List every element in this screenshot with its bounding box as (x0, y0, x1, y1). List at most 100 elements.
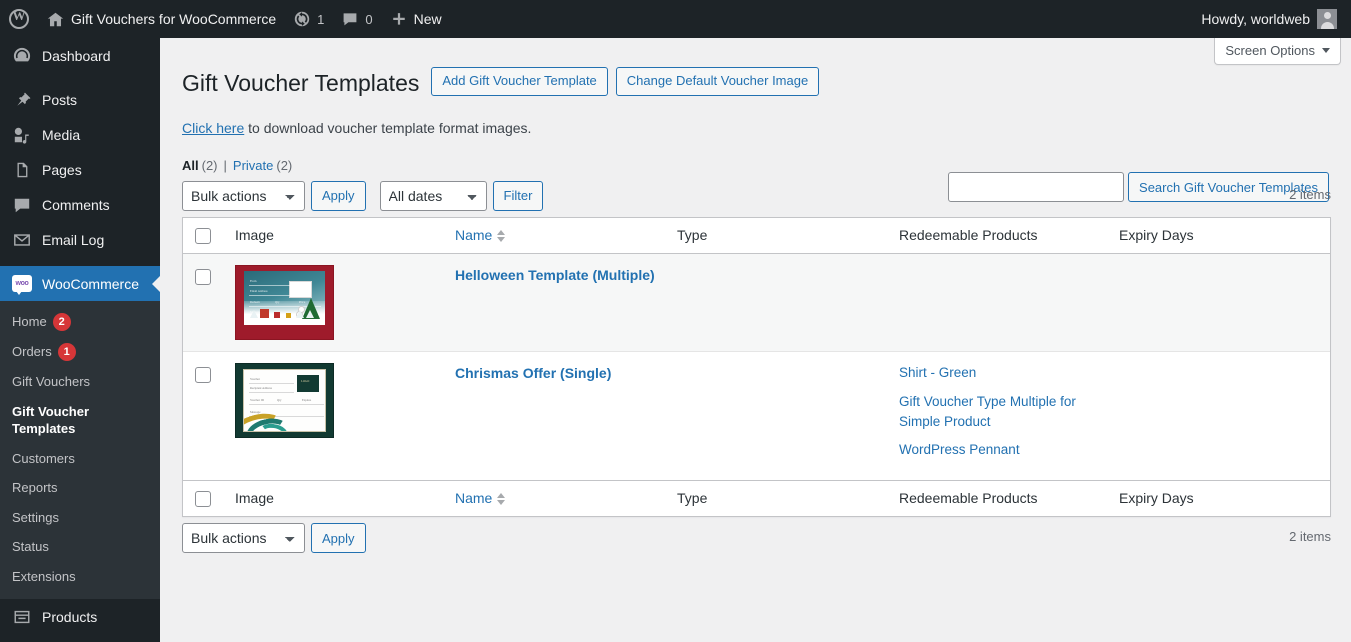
submenu-label-extensions: Extensions (12, 568, 76, 584)
sidebar-item-gift-vouchers[interactable]: Gift Vouchers (0, 367, 160, 397)
sidebar-item-customers[interactable]: Customers (0, 444, 160, 474)
sidebar-item-settings[interactable]: Settings (0, 503, 160, 533)
sidebar-item-dashboard[interactable]: Dashboard (0, 38, 160, 73)
pages-icon (12, 161, 32, 179)
status-filter-links: All (2) | Private (2) (182, 158, 1331, 173)
click-here-link[interactable]: Click here (182, 120, 244, 136)
row-image-cell: From Email Address Redeem Qty Price Mess… (225, 254, 445, 353)
select-all-header (183, 218, 225, 255)
admin-sidebar-menu: Dashboard Posts Media Pages Comments Ema… (0, 38, 160, 642)
filter-button[interactable]: Filter (492, 180, 544, 211)
redeemable-product-link-3[interactable]: WordPress Pennant (899, 440, 1099, 460)
filter-all[interactable]: All (2) (182, 158, 218, 173)
column-header-type: Type (667, 218, 889, 255)
woocommerce-logo-icon: woo (12, 275, 32, 295)
filter-private-link[interactable]: Private (233, 158, 273, 173)
row-redeemable-products-cell: Shirt - Green Gift Voucher Type Multiple… (889, 352, 1109, 479)
avatar (1317, 9, 1337, 29)
table-nav-bottom: Bulk actions Apply 2 items (182, 523, 1331, 554)
select-all-checkbox-top[interactable] (195, 228, 211, 245)
comments-menu[interactable]: 0 (333, 0, 381, 38)
gift-voucher-templates-table: Image Name Type Redeemable Products Expi… (182, 216, 1331, 518)
sidebar-item-products[interactable]: Products (0, 599, 160, 634)
home-icon (47, 11, 64, 28)
sidebar-item-gift-voucher-templates[interactable]: Gift Voucher Templates (0, 397, 120, 444)
submenu-label-gift-vouchers: Gift Vouchers (12, 374, 91, 389)
column-header-name: Name (445, 218, 667, 255)
thumb1-label-4: Qty (275, 300, 280, 305)
row-select-cell (183, 352, 225, 479)
my-account-menu[interactable]: Howdy, worldweb (1192, 0, 1351, 38)
new-content-menu[interactable]: New (382, 0, 451, 38)
sidebar-label-products: Products (42, 608, 98, 625)
dashboard-icon (12, 47, 32, 65)
main-content: Screen Options Gift Voucher Templates Ad… (160, 38, 1351, 642)
page-wrap: Gift Voucher Templates Add Gift Voucher … (160, 38, 1351, 554)
sidebar-item-home[interactable]: Home 2 (0, 307, 160, 337)
howdy-label: Howdy, worldweb (1201, 11, 1310, 27)
sort-arrows-icon (497, 492, 506, 505)
sidebar-label-email-log: Email Log (42, 231, 105, 248)
template-name-link-2[interactable]: Chrismas Offer (Single) (455, 365, 611, 381)
site-name-menu[interactable]: Gift Vouchers for WooCommerce (38, 0, 285, 38)
thumb1-label-1: From (250, 279, 257, 284)
add-gift-voucher-template-button[interactable]: Add Gift Voucher Template (431, 67, 608, 96)
posts-pin-icon (12, 91, 32, 109)
sort-arrows-icon (497, 229, 506, 242)
admin-bar: Gift Vouchers for WooCommerce 1 0 New Ho… (0, 0, 1351, 38)
filter-private[interactable]: Private (2) (233, 158, 292, 173)
screen-options-label: Screen Options (1225, 43, 1315, 58)
displaying-num-top: 2 items (1289, 186, 1331, 202)
updates-icon (294, 11, 310, 27)
template-name-link-1[interactable]: Helloween Template (Multiple) (455, 267, 655, 283)
updates-menu[interactable]: 1 (285, 0, 333, 38)
date-filter-select[interactable]: All dates (379, 180, 487, 211)
row-type-cell (667, 352, 889, 479)
sidebar-item-email-log[interactable]: Email Log (0, 222, 160, 257)
screen-meta-links: Screen Options (1214, 38, 1341, 65)
row-name-cell: Helloween Template (Multiple) (445, 254, 667, 353)
plus-icon (391, 11, 407, 27)
sidebar-item-reports[interactable]: Reports (0, 473, 160, 503)
sidebar-label-dashboard: Dashboard (42, 47, 111, 64)
thumb1-label-2: Email Address (250, 289, 268, 294)
sidebar-item-woocommerce[interactable]: woo WooCommerce (0, 266, 160, 301)
woocommerce-submenu: Home 2 Orders 1 Gift Vouchers Gift Vouch… (0, 301, 160, 600)
bulk-actions-select-bottom[interactable]: Bulk actions (182, 523, 305, 554)
sidebar-item-media[interactable]: Media (0, 117, 160, 152)
bulk-actions-select-top[interactable]: Bulk actions (182, 180, 305, 211)
sidebar-item-extensions[interactable]: Extensions (0, 562, 160, 592)
screen-options-button[interactable]: Screen Options (1214, 38, 1341, 65)
comments-icon (12, 196, 32, 214)
filter-all-link[interactable]: All (182, 158, 199, 173)
table-nav-top: Bulk actions Apply All dates Filter 2 it… (182, 180, 1331, 211)
column-footer-name: Name (445, 479, 667, 517)
wp-logo-menu[interactable] (0, 0, 38, 38)
sidebar-label-woocommerce: WooCommerce (42, 275, 139, 292)
column-footer-redeemable-products: Redeemable Products (889, 479, 1109, 517)
sort-by-name-link[interactable]: Name (455, 226, 506, 246)
select-all-checkbox-bottom[interactable] (195, 491, 211, 508)
filter-private-count: (2) (276, 157, 293, 173)
sidebar-item-comments[interactable]: Comments (0, 187, 160, 222)
thumb2-label-4: Qty (277, 398, 282, 403)
sort-by-name-link-footer[interactable]: Name (455, 489, 506, 509)
sidebar-item-status[interactable]: Status (0, 532, 160, 562)
sidebar-item-pages[interactable]: Pages (0, 152, 160, 187)
wordpress-logo-icon (9, 8, 29, 29)
column-footer-name-label: Name (455, 489, 493, 506)
media-icon (12, 126, 32, 144)
redeemable-product-link-2[interactable]: Gift Voucher Type Multiple for Simple Pr… (899, 392, 1099, 431)
comments-count: 0 (365, 11, 373, 27)
apply-button-bottom[interactable]: Apply (311, 523, 366, 554)
chevron-down-icon (1322, 48, 1330, 53)
download-formats-description: Click here to download voucher template … (182, 120, 1331, 136)
row-checkbox-1[interactable] (195, 268, 211, 285)
row-checkbox-2[interactable] (195, 366, 211, 383)
change-default-voucher-image-button[interactable]: Change Default Voucher Image (615, 67, 820, 96)
redeemable-product-link-1[interactable]: Shirt - Green (899, 363, 1099, 383)
sidebar-item-orders[interactable]: Orders 1 (0, 337, 160, 367)
apply-button-top[interactable]: Apply (311, 180, 366, 211)
sidebar-item-posts[interactable]: Posts (0, 82, 160, 117)
green-border-voucher-thumbnail: LOGO Voucher Recipient Address Voucher I… (235, 363, 334, 439)
